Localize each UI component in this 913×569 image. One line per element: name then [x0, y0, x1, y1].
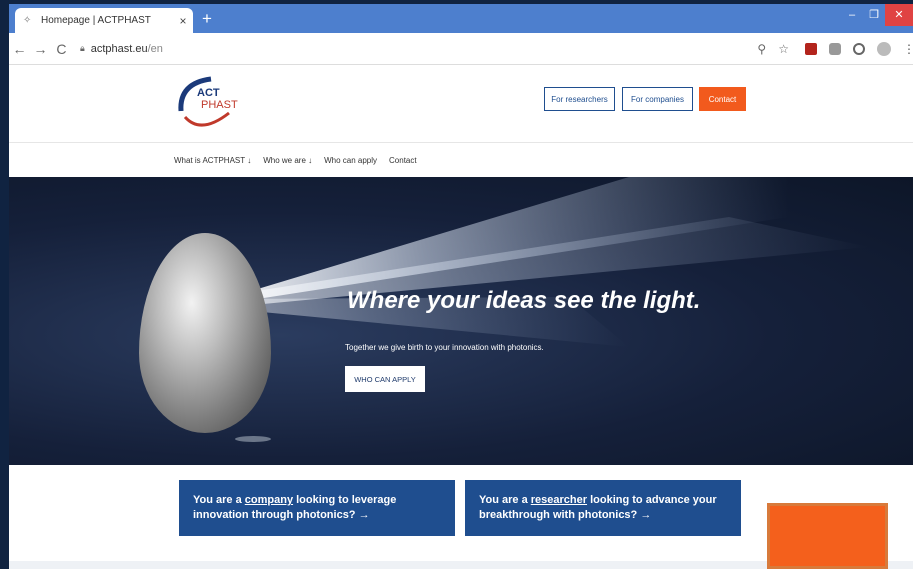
nav-item-who-we-are[interactable]: Who we are ↓ — [263, 156, 312, 165]
window-controls: – ❐ ✕ — [841, 4, 913, 26]
url-host: actphast.eu — [90, 42, 148, 55]
hero-title: Where your ideas see the light. — [347, 287, 701, 314]
extensions: ⋮ — [804, 41, 913, 56]
tab-title: Homepage | ACTPHAST — [41, 15, 151, 26]
browser-menu-icon[interactable]: ⋮ — [903, 42, 913, 56]
pdf-extension-icon[interactable] — [804, 42, 817, 55]
orange-overlay-box — [767, 503, 888, 569]
address-bar[interactable]: 🔒︎ actphast.eu/en ⚲ ☆ — [80, 38, 805, 60]
company-cta-card[interactable]: You are a company looking to leverage in… — [179, 480, 455, 536]
close-tab-icon[interactable]: × — [173, 14, 193, 28]
browser-tab[interactable]: ✧ Homepage | ACTPHAST × — [15, 8, 193, 33]
nav-item-contact[interactable]: Contact — [389, 156, 417, 165]
close-window-button[interactable]: ✕ — [885, 4, 913, 26]
extension-icon[interactable] — [828, 42, 841, 55]
for-companies-button[interactable]: For companies — [622, 87, 693, 111]
browser-window: ✧ Homepage | ACTPHAST × + – ❐ ✕ ← → C 🔒︎… — [9, 4, 913, 569]
company-card-pre: You are a — [193, 494, 245, 506]
researcher-card-pre: You are a — [479, 494, 531, 506]
for-researchers-button[interactable]: For researchers — [544, 87, 615, 111]
company-link[interactable]: company — [245, 494, 293, 506]
hero-subtitle: Together we give birth to your innovatio… — [345, 343, 544, 352]
logo-text-phast: PHAST — [201, 99, 238, 111]
web-page: ACT PHAST For researchers For companies … — [9, 65, 913, 569]
who-can-apply-button[interactable]: WHO CAN APPLY — [345, 366, 425, 392]
favicon-icon: ✧ — [23, 14, 32, 26]
hero-banner: Where your ideas see the light. Together… — [9, 177, 913, 465]
back-button[interactable]: ← — [9, 41, 30, 57]
bookmark-star-icon[interactable]: ☆ — [778, 42, 789, 56]
restore-button[interactable]: ❐ — [863, 4, 885, 26]
egg-shadow — [235, 436, 271, 442]
browser-titlebar: ✧ Homepage | ACTPHAST × + – ❐ ✕ — [9, 4, 913, 33]
actphast-logo[interactable]: ACT PHAST — [171, 73, 238, 133]
forward-button[interactable]: → — [30, 41, 51, 57]
researcher-cta-card[interactable]: You are a researcher looking to advance … — [465, 480, 741, 536]
main-nav: What is ACTPHAST ↓ Who we are ↓ Who can … — [9, 143, 913, 177]
site-header: ACT PHAST For researchers For companies … — [9, 65, 913, 143]
nav-item-who-can-apply[interactable]: Who can apply — [324, 156, 377, 165]
url-path: /en — [147, 42, 163, 55]
logo-text-act: ACT — [197, 87, 220, 99]
researcher-link[interactable]: researcher — [531, 494, 587, 506]
minimize-button[interactable]: – — [841, 4, 863, 26]
circle-extension-icon[interactable] — [852, 42, 865, 55]
nav-item-what-is[interactable]: What is ACTPHAST ↓ — [174, 156, 251, 165]
reload-button[interactable]: C — [51, 41, 72, 57]
contact-button[interactable]: Contact — [699, 87, 746, 111]
zoom-icon[interactable]: ⚲ — [757, 42, 766, 56]
lock-icon: 🔒︎ — [79, 43, 85, 53]
profile-avatar[interactable] — [876, 41, 891, 56]
browser-toolbar: ← → C 🔒︎ actphast.eu/en ⚲ ☆ ⋮ — [9, 33, 913, 65]
new-tab-button[interactable]: + — [197, 9, 217, 29]
